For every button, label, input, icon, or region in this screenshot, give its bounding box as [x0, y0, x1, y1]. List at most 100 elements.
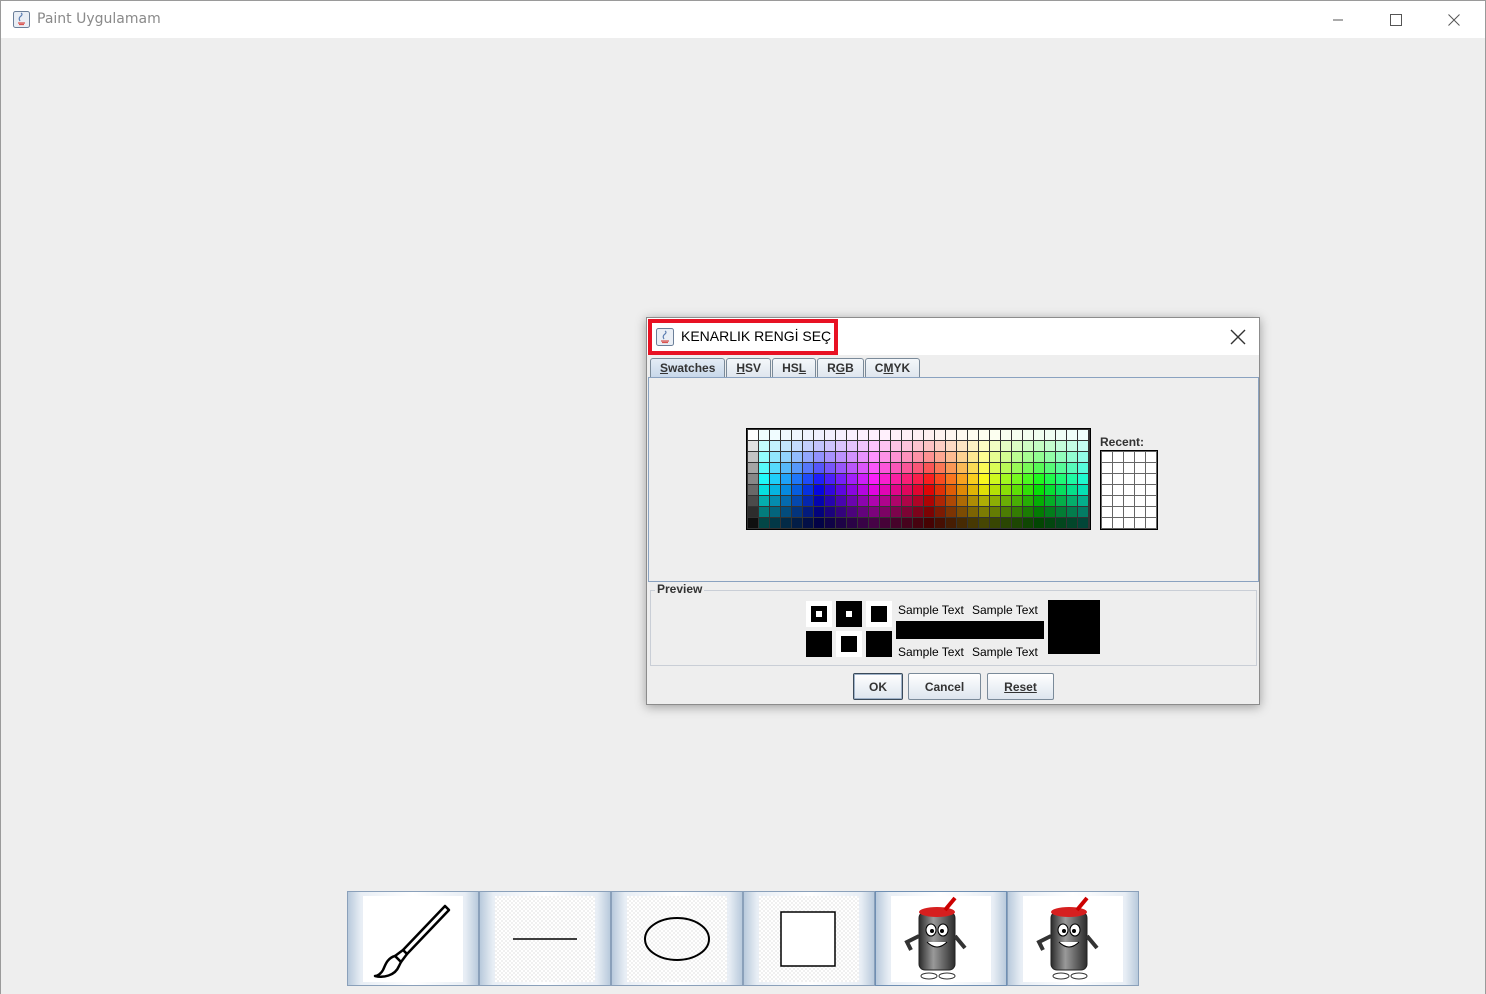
- color-swatch[interactable]: [935, 441, 945, 451]
- color-swatch[interactable]: [781, 430, 791, 440]
- color-swatch[interactable]: [748, 430, 758, 440]
- color-swatch[interactable]: [1001, 474, 1011, 484]
- color-swatch[interactable]: [1034, 507, 1044, 517]
- color-swatch[interactable]: [935, 430, 945, 440]
- color-swatch[interactable]: [1045, 507, 1055, 517]
- color-swatch[interactable]: [957, 463, 967, 473]
- color-swatch[interactable]: [1001, 496, 1011, 506]
- color-swatch[interactable]: [1056, 496, 1066, 506]
- color-swatch[interactable]: [913, 463, 923, 473]
- color-swatch[interactable]: [869, 518, 879, 528]
- color-swatch[interactable]: [1012, 463, 1022, 473]
- color-swatch[interactable]: [847, 507, 857, 517]
- color-swatch[interactable]: [836, 441, 846, 451]
- color-swatch[interactable]: [770, 507, 780, 517]
- color-swatch[interactable]: [770, 518, 780, 528]
- color-swatch[interactable]: [913, 441, 923, 451]
- color-swatch[interactable]: [847, 430, 857, 440]
- recent-swatch[interactable]: [1124, 507, 1134, 517]
- color-swatch[interactable]: [880, 518, 890, 528]
- color-swatch[interactable]: [990, 507, 1000, 517]
- color-swatch[interactable]: [1034, 430, 1044, 440]
- color-swatch[interactable]: [836, 474, 846, 484]
- color-swatch[interactable]: [869, 430, 879, 440]
- color-swatch[interactable]: [770, 463, 780, 473]
- color-swatch[interactable]: [1023, 452, 1033, 462]
- recent-swatch[interactable]: [1135, 452, 1145, 462]
- color-swatch[interactable]: [803, 496, 813, 506]
- recent-swatch[interactable]: [1102, 518, 1112, 528]
- color-swatch[interactable]: [1012, 518, 1022, 528]
- color-swatch[interactable]: [979, 485, 989, 495]
- color-swatch[interactable]: [1034, 485, 1044, 495]
- color-swatch[interactable]: [858, 485, 868, 495]
- color-swatch[interactable]: [924, 518, 934, 528]
- recent-swatch[interactable]: [1124, 463, 1134, 473]
- recent-swatch[interactable]: [1135, 463, 1145, 473]
- color-swatch[interactable]: [814, 441, 824, 451]
- color-swatch[interactable]: [979, 430, 989, 440]
- color-swatch[interactable]: [979, 452, 989, 462]
- color-swatch[interactable]: [924, 452, 934, 462]
- color-swatch[interactable]: [946, 430, 956, 440]
- color-swatch[interactable]: [803, 430, 813, 440]
- color-swatch[interactable]: [1078, 463, 1088, 473]
- color-swatch[interactable]: [836, 496, 846, 506]
- recent-swatch[interactable]: [1113, 463, 1123, 473]
- recent-swatch[interactable]: [1124, 452, 1134, 462]
- color-swatch[interactable]: [957, 474, 967, 484]
- color-swatch[interactable]: [1023, 441, 1033, 451]
- recent-swatch[interactable]: [1124, 518, 1134, 528]
- color-swatch[interactable]: [748, 485, 758, 495]
- recent-swatch[interactable]: [1146, 496, 1156, 506]
- color-swatch[interactable]: [1067, 441, 1077, 451]
- color-swatch[interactable]: [792, 474, 802, 484]
- color-swatch[interactable]: [858, 463, 868, 473]
- color-swatch[interactable]: [880, 452, 890, 462]
- color-swatch[interactable]: [1045, 441, 1055, 451]
- color-swatch[interactable]: [946, 441, 956, 451]
- color-swatch[interactable]: [770, 474, 780, 484]
- color-swatch[interactable]: [902, 430, 912, 440]
- recent-swatch[interactable]: [1102, 485, 1112, 495]
- color-swatch[interactable]: [792, 485, 802, 495]
- fill-color-tool-button[interactable]: [1007, 891, 1139, 986]
- color-swatch[interactable]: [1067, 430, 1077, 440]
- color-swatch[interactable]: [1023, 474, 1033, 484]
- recent-swatch[interactable]: [1135, 474, 1145, 484]
- color-swatch[interactable]: [946, 507, 956, 517]
- color-swatch[interactable]: [759, 441, 769, 451]
- color-swatch[interactable]: [902, 485, 912, 495]
- color-swatch[interactable]: [891, 518, 901, 528]
- color-swatch[interactable]: [847, 452, 857, 462]
- color-swatch[interactable]: [836, 507, 846, 517]
- color-swatch[interactable]: [979, 507, 989, 517]
- color-swatch[interactable]: [748, 496, 758, 506]
- recent-swatch[interactable]: [1135, 496, 1145, 506]
- color-swatch[interactable]: [880, 507, 890, 517]
- color-swatch[interactable]: [814, 463, 824, 473]
- color-swatch[interactable]: [1001, 430, 1011, 440]
- color-swatch[interactable]: [1034, 452, 1044, 462]
- color-swatch[interactable]: [781, 474, 791, 484]
- color-swatch[interactable]: [1023, 430, 1033, 440]
- rectangle-tool-button[interactable]: [743, 891, 875, 986]
- color-swatch[interactable]: [748, 463, 758, 473]
- color-swatch[interactable]: [913, 507, 923, 517]
- color-swatch[interactable]: [803, 507, 813, 517]
- color-swatch[interactable]: [1045, 452, 1055, 462]
- color-swatch[interactable]: [847, 474, 857, 484]
- color-swatch[interactable]: [957, 430, 967, 440]
- color-swatch[interactable]: [1078, 441, 1088, 451]
- color-swatch[interactable]: [1078, 452, 1088, 462]
- color-swatch[interactable]: [913, 518, 923, 528]
- reset-button[interactable]: Reset: [987, 673, 1054, 700]
- recent-swatch[interactable]: [1135, 485, 1145, 495]
- color-swatch[interactable]: [759, 518, 769, 528]
- color-swatch[interactable]: [1034, 441, 1044, 451]
- color-swatch[interactable]: [847, 496, 857, 506]
- recent-swatch[interactable]: [1102, 463, 1112, 473]
- recent-swatch[interactable]: [1113, 452, 1123, 462]
- color-swatch[interactable]: [748, 518, 758, 528]
- color-swatch[interactable]: [1067, 463, 1077, 473]
